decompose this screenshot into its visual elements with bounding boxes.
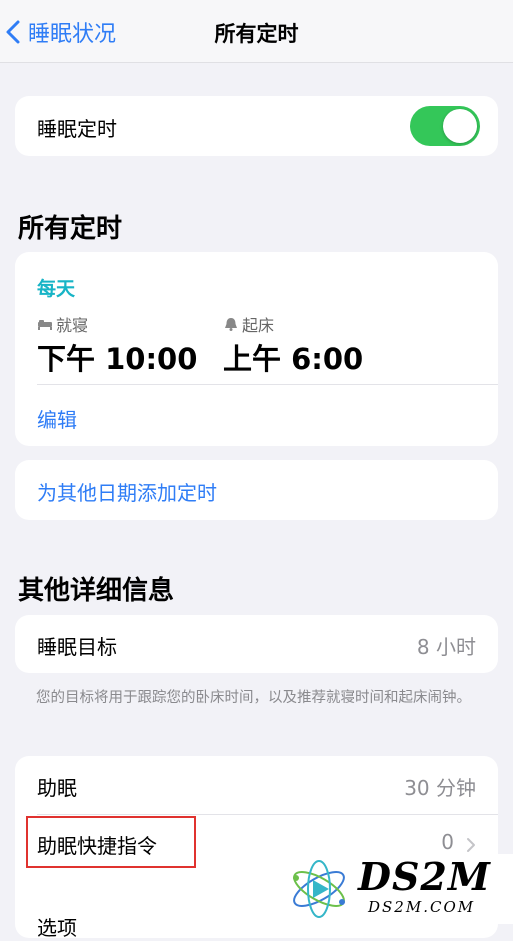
wind-down-row[interactable]: 助眠 30 分钟 — [15, 756, 498, 814]
divider — [37, 384, 498, 385]
wind-down-value: 30 分钟 — [404, 776, 476, 800]
watermark-domain: DS2M.COM — [368, 898, 476, 916]
sleep-goal-footnote: 您的目标将用于跟踪您的卧床时间，以及推荐就寝时间和起床闹钟。 — [36, 690, 471, 706]
wake-label-group: 起床 — [223, 312, 274, 336]
bedtime-label-group: 就寝 — [37, 312, 88, 336]
watermark-brand: DS2M — [358, 854, 491, 899]
wake-label: 起床 — [242, 316, 275, 335]
watermark: DS2M DS2M.COM — [276, 854, 513, 924]
sleep-schedule-toggle[interactable] — [410, 106, 480, 146]
all-schedules-heading: 所有定时 — [18, 214, 123, 244]
add-schedule-button[interactable]: 为其他日期添加定时 — [37, 477, 217, 506]
sleep-schedule-card: 睡眠定时 — [15, 96, 498, 156]
alarm-bell-icon — [225, 318, 237, 331]
highlight-box — [26, 816, 196, 868]
wind-down-label: 助眠 — [37, 776, 77, 800]
add-schedule-card[interactable]: 为其他日期添加定时 — [15, 460, 498, 520]
bedtime-value: 下午 10:00 — [37, 342, 198, 376]
sleep-schedule-label: 睡眠定时 — [37, 117, 117, 141]
bedtime-label: 就寝 — [56, 316, 89, 335]
bed-icon — [38, 320, 52, 330]
watermark-logo-icon — [293, 860, 345, 918]
sleep-goal-label: 睡眠目标 — [37, 635, 117, 659]
sleep-goal-row[interactable]: 睡眠目标 8 小时 — [15, 615, 498, 673]
sleep-goal-value: 8 小时 — [416, 635, 476, 659]
wake-value: 上午 6:00 — [223, 342, 364, 376]
page-title: 所有定时 — [214, 22, 299, 46]
schedule-card[interactable]: 每天 就寝 下午 10:00 起床 上午 6:00 编辑 — [15, 252, 498, 446]
wind-down-shortcuts-value: 0 — [441, 830, 454, 854]
schedule-repeat: 每天 — [37, 278, 76, 300]
other-details-heading: 其他详细信息 — [18, 576, 175, 606]
edit-button[interactable]: 编辑 — [37, 404, 77, 433]
chevron-right-icon — [467, 838, 475, 852]
navigation-bar: 睡眠状况 所有定时 — [0, 0, 513, 63]
options-label: 选项 — [37, 916, 77, 940]
toggle-knob — [443, 109, 477, 143]
